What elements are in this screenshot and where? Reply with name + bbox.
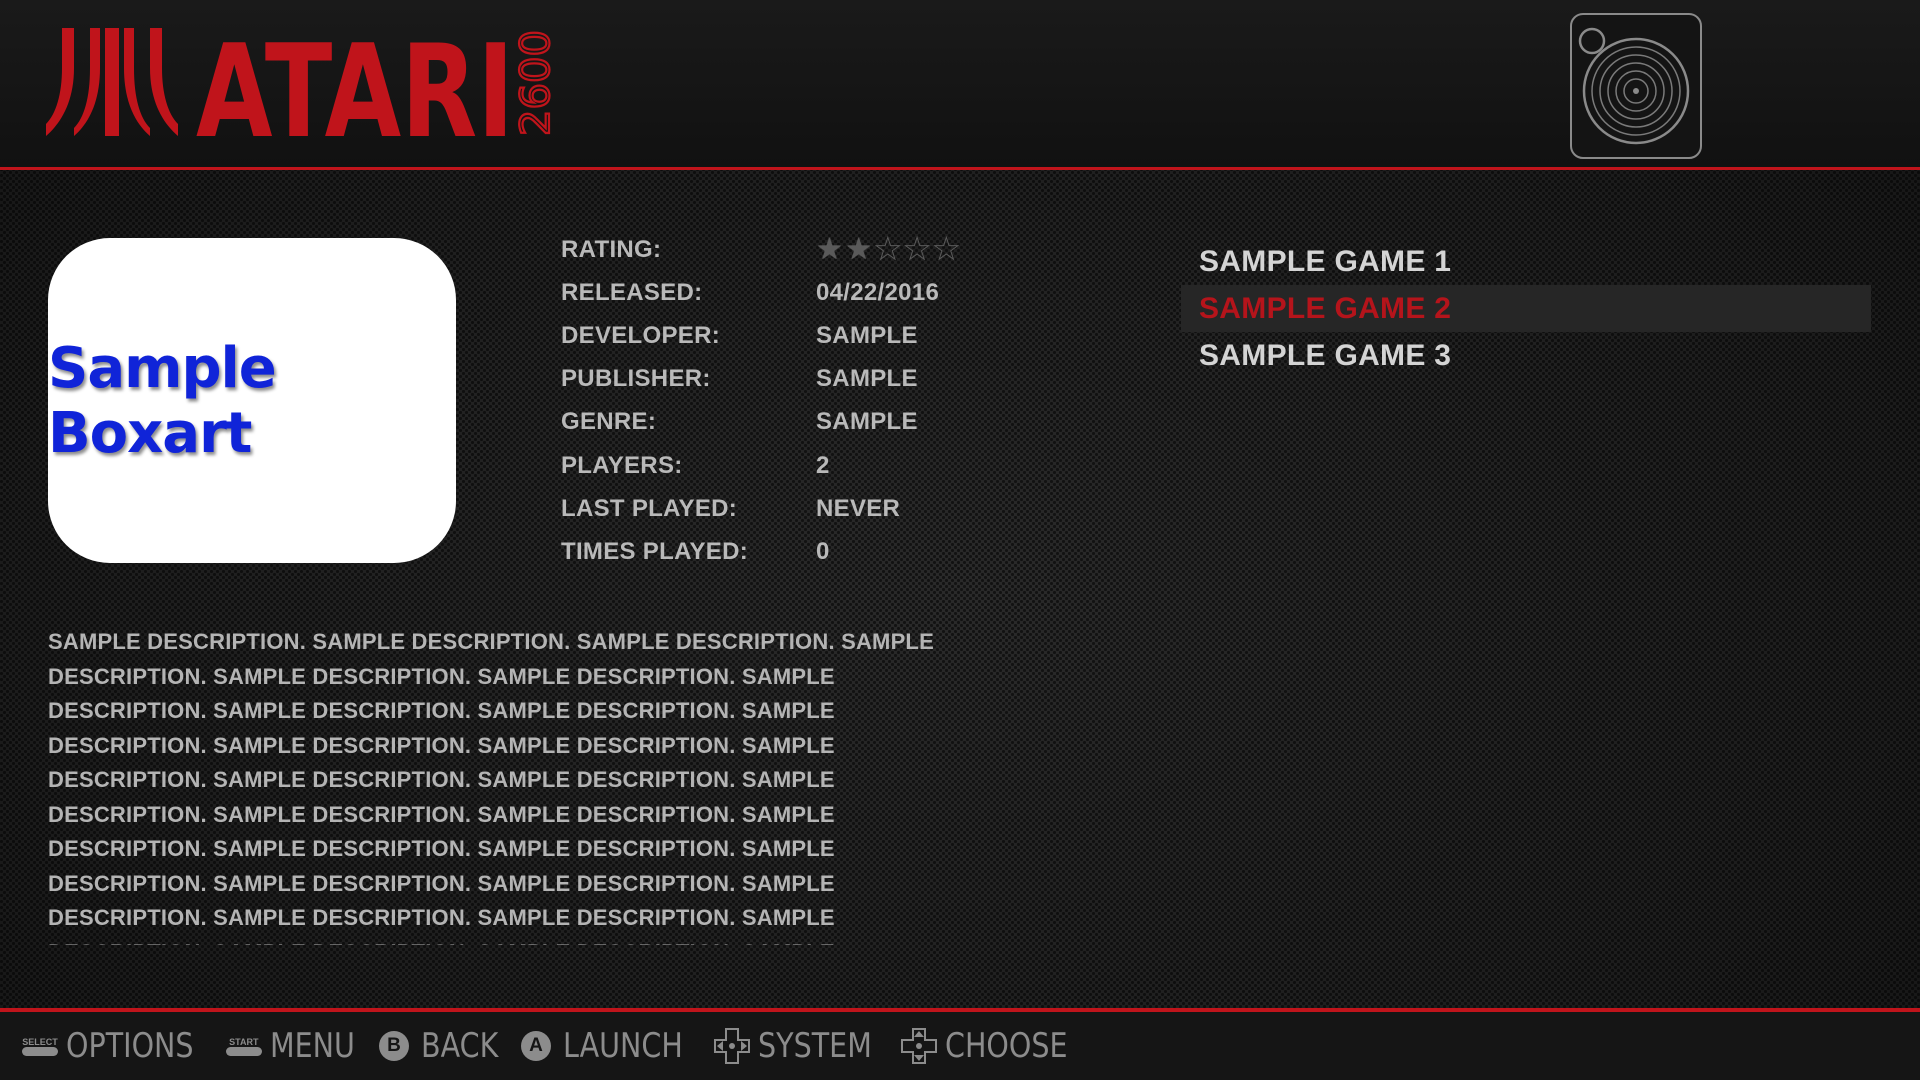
rating-label: RATING: <box>561 235 662 263</box>
menu-label: MENU <box>269 1026 355 1066</box>
rating-star-icon: ★ <box>845 232 873 266</box>
players-row: PLAYERS: 2 <box>561 444 981 487</box>
start-button-icon: START <box>225 1036 262 1056</box>
hint-back: B BACK <box>378 1026 503 1066</box>
rating-star-icon: ★ <box>932 232 961 266</box>
rating-star-icon: ★ <box>816 232 844 266</box>
hint-launch: A LAUNCH <box>521 1026 696 1066</box>
hint-choose: CHOOSE <box>901 1026 1081 1066</box>
start-button-text: START <box>229 1036 259 1047</box>
hint-menu: START MENU <box>225 1026 361 1066</box>
rating-star-icon: ★ <box>903 232 931 266</box>
options-label: OPTIONS <box>66 1026 194 1066</box>
rating-star-icon: ★ <box>874 232 902 266</box>
released-value: 04/22/2016 <box>816 278 940 306</box>
game-list-item[interactable]: SAMPLE GAME 2 <box>1181 285 1871 332</box>
joystick-icon <box>1570 13 1702 159</box>
genre-row: GENRE: SAMPLE <box>561 401 981 444</box>
genre-value: SAMPLE <box>816 408 918 436</box>
last-played-value: NEVER <box>816 494 901 522</box>
times-played-value: 0 <box>816 537 830 565</box>
game-metadata: RATING: ★ ★ ★ ★ ★ RELEASED: 04/22/2016 DEVEL… <box>561 228 981 574</box>
choose-label: CHOOSE <box>945 1026 1068 1066</box>
game-description[interactable]: SAMPLE DESCRIPTION. SAMPLE DESCRIPTION. … <box>48 625 988 945</box>
header-bar: ATARI 2600 <box>0 0 1920 170</box>
released-row: RELEASED: 04/22/2016 <box>561 271 981 314</box>
publisher-label: PUBLISHER: <box>561 365 711 393</box>
developer-row: DEVELOPER: SAMPLE <box>561 314 981 357</box>
rating-row: RATING: ★ ★ ★ ★ ★ <box>561 228 981 271</box>
players-value: 2 <box>816 451 830 479</box>
boxart-label: Sample Boxart <box>48 335 277 466</box>
footer-help-bar: SELECT OPTIONS START MENU B BACK A LAUNC… <box>0 1008 1920 1080</box>
launch-label: LAUNCH <box>563 1026 683 1066</box>
select-button-icon: SELECT <box>22 1037 58 1056</box>
a-button-icon: A <box>521 1031 552 1061</box>
hint-system: SYSTEM <box>713 1026 884 1066</box>
released-label: RELEASED: <box>561 278 703 306</box>
publisher-value: SAMPLE <box>816 365 918 393</box>
b-button-icon: B <box>378 1031 409 1061</box>
game-list-item[interactable]: SAMPLE GAME 3 <box>1181 332 1871 379</box>
logo-text: ATARI <box>196 28 514 143</box>
atari-2600-logo: ATARI 2600 <box>46 28 566 143</box>
last-played-label: LAST PLAYED: <box>561 494 738 522</box>
fuji-logo-icon <box>46 28 178 136</box>
logo-subtext: 2600 <box>513 30 559 136</box>
dpad-vertical-icon <box>901 1028 938 1064</box>
developer-label: DEVELOPER: <box>561 321 721 349</box>
back-label: BACK <box>420 1026 499 1066</box>
last-played-row: LAST PLAYED: NEVER <box>561 487 981 530</box>
game-list-item[interactable]: SAMPLE GAME 1 <box>1181 238 1871 285</box>
genre-label: GENRE: <box>561 408 657 436</box>
game-list[interactable]: SAMPLE GAME 1 SAMPLE GAME 2 SAMPLE GAME 3 <box>1181 238 1871 379</box>
times-played-row: TIMES PLAYED: 0 <box>561 530 981 573</box>
times-played-label: TIMES PLAYED: <box>561 537 749 565</box>
rating-stars: ★ ★ ★ ★ ★ <box>816 232 981 266</box>
system-label: SYSTEM <box>757 1026 872 1066</box>
dpad-horizontal-icon <box>713 1028 750 1064</box>
boxart-image: Sample Boxart <box>48 238 456 563</box>
select-button-text: SELECT <box>22 1036 58 1047</box>
developer-value: SAMPLE <box>816 321 918 349</box>
publisher-row: PUBLISHER: SAMPLE <box>561 358 981 401</box>
hint-options: SELECT OPTIONS <box>22 1026 208 1066</box>
players-label: PLAYERS: <box>561 451 683 479</box>
